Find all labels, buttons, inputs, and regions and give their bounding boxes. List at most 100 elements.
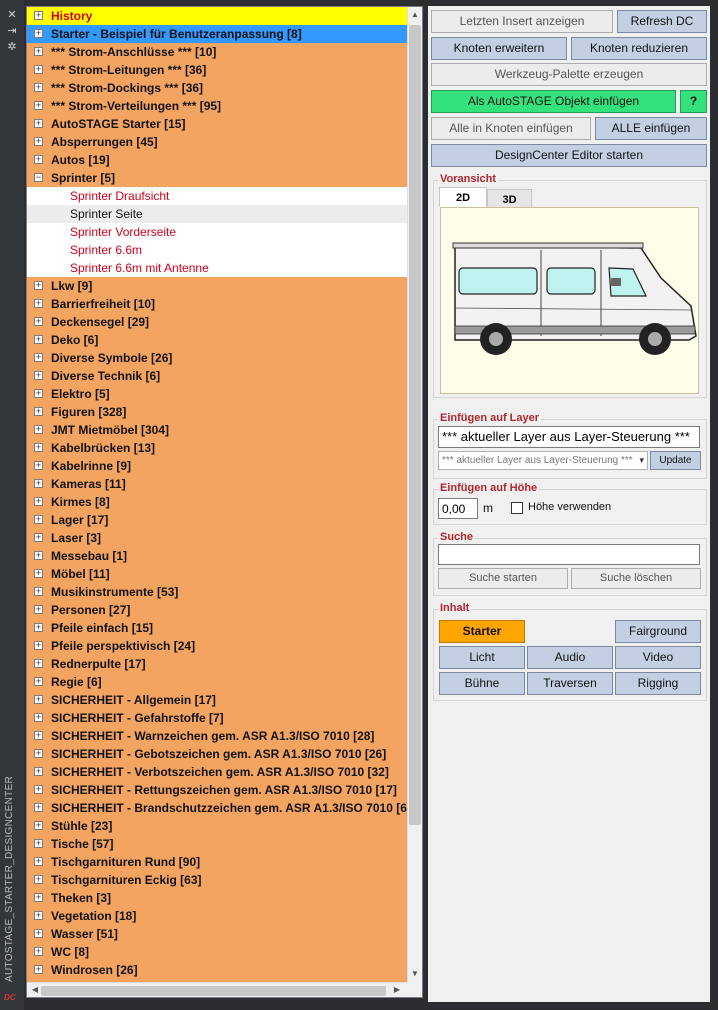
search-clear-button[interactable]: Suche löschen (571, 568, 701, 589)
expand-icon[interactable]: + (34, 569, 43, 578)
tree-category-row[interactable]: + Möbel [11] (27, 565, 407, 583)
expand-icon[interactable]: + (34, 65, 43, 74)
close-icon[interactable]: ✕ (5, 8, 19, 22)
expand-icon[interactable]: + (34, 533, 43, 542)
expand-icon[interactable]: + (34, 155, 43, 164)
starter-button[interactable]: Starter (439, 620, 525, 643)
tree-category-row[interactable]: + Lager [17] (27, 511, 407, 529)
expand-icon[interactable]: + (34, 425, 43, 434)
expand-icon[interactable]: + (34, 659, 43, 668)
expand-icon[interactable]: + (34, 587, 43, 596)
tree-category-row[interactable]: + History (27, 7, 407, 25)
expand-icon[interactable]: + (34, 479, 43, 488)
tree-category-row[interactable]: + Personen [27] (27, 601, 407, 619)
tree-category-row[interactable]: + Tischgarnituren Eckig [63] (27, 871, 407, 889)
use-height-checkbox[interactable] (511, 502, 523, 514)
tree-category-row[interactable]: + Kabelrinne [9] (27, 457, 407, 475)
collapse-icon[interactable]: − (34, 173, 43, 182)
audio-button[interactable]: Audio (527, 646, 613, 669)
scroll-right-icon[interactable]: ▶ (389, 985, 405, 994)
tree-category-row[interactable]: + Deckensegel [29] (27, 313, 407, 331)
height-input[interactable]: 0,00 (438, 498, 478, 519)
expand-icon[interactable]: + (34, 929, 43, 938)
horizontal-scroll-thumb[interactable] (41, 986, 386, 996)
tree-category-row[interactable]: + Lkw [9] (27, 277, 407, 295)
expand-icon[interactable]: + (34, 893, 43, 902)
tree-category-row[interactable]: + Rednerpulte [17] (27, 655, 407, 673)
category-tree[interactable]: + History + Starter - Beispiel für Benutzer… (26, 6, 423, 998)
tree-category-row[interactable]: + Vegetation [18] (27, 907, 407, 925)
expand-icon[interactable]: + (34, 695, 43, 704)
expand-icon[interactable]: + (34, 317, 43, 326)
search-input[interactable] (438, 544, 700, 565)
tree-item-row[interactable]: Sprinter 6.6m mit Antenne (27, 259, 407, 277)
layer-input[interactable]: *** aktueller Layer aus Layer-Steuerung … (438, 426, 700, 448)
expand-icon[interactable]: + (34, 947, 43, 956)
tree-category-row[interactable]: + *** Strom-Anschlüsse *** [10] (27, 43, 407, 61)
tab-3d[interactable]: 3D (487, 189, 532, 209)
scroll-up-icon[interactable]: ▲ (407, 10, 422, 19)
expand-icon[interactable]: + (34, 785, 43, 794)
expand-icon[interactable]: + (34, 641, 43, 650)
fairground-button[interactable]: Fairground (615, 620, 701, 643)
tree-category-row[interactable]: + Messebau [1] (27, 547, 407, 565)
expand-icon[interactable]: + (34, 353, 43, 362)
tree-item-row[interactable]: Sprinter Seite (27, 205, 407, 223)
expand-icon[interactable]: + (34, 965, 43, 974)
insert-object-button[interactable]: Als AutoSTAGE Objekt einfügen (431, 90, 676, 113)
scroll-down-icon[interactable]: ▼ (407, 969, 422, 978)
layer-select[interactable]: *** aktueller Layer aus Layer-Steuerung … (438, 451, 648, 470)
expand-icon[interactable]: + (34, 911, 43, 920)
expand-icon[interactable]: + (34, 713, 43, 722)
expand-icon[interactable]: + (34, 839, 43, 848)
tree-category-row[interactable]: + AutoSTAGE Starter [15] (27, 115, 407, 133)
tree-category-row[interactable]: + SICHERHEIT - Verbotszeichen gem. ASR A1… (27, 763, 407, 781)
autohide-icon[interactable]: ⇥ (5, 24, 19, 38)
tree-category-row[interactable]: + SICHERHEIT - Gebotszeichen gem. ASR A1.… (27, 745, 407, 763)
refresh-dc-button[interactable]: Refresh DC (617, 10, 707, 33)
expand-icon[interactable]: + (34, 749, 43, 758)
expand-icon[interactable]: + (34, 443, 43, 452)
tree-category-row[interactable]: + Kameras [11] (27, 475, 407, 493)
expand-icon[interactable]: + (34, 461, 43, 470)
expand-icon[interactable]: + (34, 803, 43, 812)
expand-icon[interactable]: + (34, 389, 43, 398)
video-button[interactable]: Video (615, 646, 701, 669)
tree-category-row[interactable]: + Barrierfreiheit [10] (27, 295, 407, 313)
tree-category-row[interactable]: + Diverse Symbole [26] (27, 349, 407, 367)
expand-icon[interactable]: + (34, 11, 43, 20)
expand-icon[interactable]: + (34, 821, 43, 830)
tree-category-row[interactable]: + Stühle [23] (27, 817, 407, 835)
tree-category-row[interactable]: + Autos [19] (27, 151, 407, 169)
search-start-button[interactable]: Suche starten (438, 568, 568, 589)
help-button[interactable]: ? (680, 90, 707, 113)
tree-category-row[interactable]: + SICHERHEIT - Warnzeichen gem. ASR A1.3/… (27, 727, 407, 745)
tree-category-row[interactable]: + Deko [6] (27, 331, 407, 349)
gear-icon[interactable]: ✲ (5, 40, 19, 54)
rigging-button[interactable]: Rigging (615, 672, 701, 695)
tree-category-row[interactable]: + Musikinstrumente [53] (27, 583, 407, 601)
tree-category-row[interactable]: + Laser [3] (27, 529, 407, 547)
tree-category-row[interactable]: + Diverse Technik [6] (27, 367, 407, 385)
tree-category-row[interactable]: + WC [8] (27, 943, 407, 961)
expand-icon[interactable]: + (34, 407, 43, 416)
insert-all-in-node-button[interactable]: Alle in Knoten einfügen (431, 117, 591, 140)
expand-icon[interactable]: + (34, 137, 43, 146)
tool-palette-button[interactable]: Werkzeug-Palette erzeugen (431, 63, 707, 86)
expand-icon[interactable]: + (34, 857, 43, 866)
expand-icon[interactable]: + (34, 767, 43, 776)
expand-icon[interactable]: + (34, 677, 43, 686)
expand-icon[interactable]: + (34, 299, 43, 308)
expand-nodes-button[interactable]: Knoten erweitern (431, 37, 567, 60)
tree-category-row[interactable]: + Starter - Beispiel für Benutzeranpassun… (27, 25, 407, 43)
start-editor-button[interactable]: DesignCenter Editor starten (431, 144, 707, 167)
expand-icon[interactable]: + (34, 335, 43, 344)
expand-icon[interactable]: + (34, 47, 43, 56)
tree-category-row[interactable]: + Windrosen [26] (27, 961, 407, 979)
expand-icon[interactable]: + (34, 29, 43, 38)
tree-category-row[interactable]: + Kabelbrücken [13] (27, 439, 407, 457)
expand-icon[interactable]: + (34, 119, 43, 128)
expand-icon[interactable]: + (34, 371, 43, 380)
last-insert-button[interactable]: Letzten Insert anzeigen (431, 10, 613, 33)
tree-category-row[interactable]: + Regie [6] (27, 673, 407, 691)
